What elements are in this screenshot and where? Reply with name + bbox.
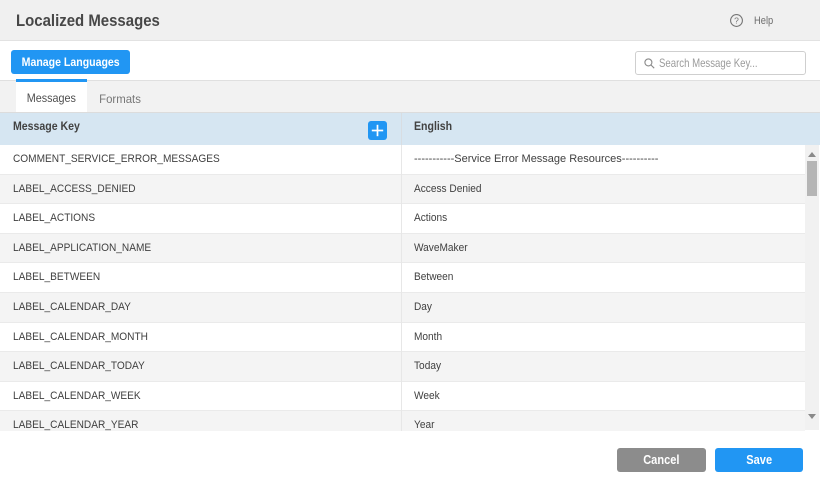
svg-text:?: ? xyxy=(735,16,740,26)
